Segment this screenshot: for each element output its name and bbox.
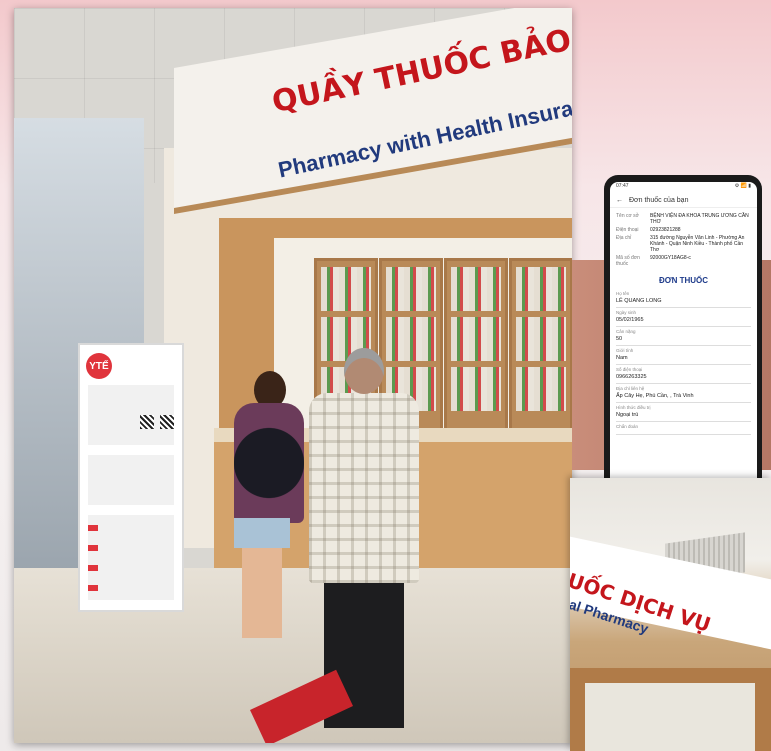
info-row: Tên cơ sở BỆNH VIỆN ĐA KHOA TRUNG ƯƠNG CẦ… <box>616 213 749 225</box>
step-marker <box>88 525 98 531</box>
customer-man-head <box>344 348 384 394</box>
patient-field: Số điện thoại 0966263325 <box>616 367 751 384</box>
customer-woman-shorts <box>234 518 290 548</box>
status-bar: 07:47 ⚙ 📶 ▮ <box>610 182 757 194</box>
prescription-title: ĐƠN THUỐC <box>658 276 709 285</box>
status-icons: ⚙ 📶 ▮ <box>734 183 751 189</box>
step-marker <box>88 565 98 571</box>
app-header: ← Đơn thuốc của bạn <box>610 194 757 208</box>
info-row: Địa chỉ 315 đường Nguyễn Văn Linh - Phườn… <box>616 235 745 253</box>
patient-field: Cân nặng 50 <box>616 329 751 346</box>
patient-field: Hình thức điều trị Ngoại trú <box>616 405 751 422</box>
app-header-title: Đơn thuốc của bạn <box>629 197 689 204</box>
qr-code-icon <box>140 415 154 429</box>
status-time: 07:47 <box>616 183 629 189</box>
patient-field: Chẩn đoán <box>616 424 751 435</box>
step-marker <box>88 585 98 591</box>
patient-field: Địa chỉ liên hệ Ấp Cây Hẹ, Phú Cần, , Trà… <box>616 386 751 403</box>
patient-field: Giới tính Nam <box>616 348 751 365</box>
customer-woman-legs <box>242 548 282 638</box>
patient-field: Họ tên LÊ QUANG LONG <box>616 291 751 308</box>
customer-woman <box>234 403 304 523</box>
prescription-app-screen: 07:47 ⚙ 📶 ▮ ← Đơn thuốc của bạn Tên cơ s… <box>610 182 757 492</box>
customer-man <box>309 393 419 583</box>
pharmacy-counter-photo: QUẦY THUỐC BẢO HIỂM Pharmacy with Health… <box>14 8 572 743</box>
qr-code-icon <box>160 415 174 429</box>
standee-panel <box>88 515 174 600</box>
facility-info: Tên cơ sở BỆNH VIỆN ĐA KHOA TRUNG ƯƠNG CẦ… <box>610 208 757 268</box>
info-row: Mã số đơn thuốc 92000GY18AG8-c <box>616 255 691 267</box>
service-pharmacy-photo: UỐC DỊCH VỤ al Pharmacy <box>570 478 771 751</box>
pharmacy-window <box>585 683 755 751</box>
info-standee: YTẾ <box>78 343 184 612</box>
info-row: Điện thoại 02923821288 <box>616 227 681 233</box>
standee-logo: YTẾ <box>86 353 112 379</box>
step-marker <box>88 545 98 551</box>
arrow-left-icon[interactable]: ← <box>616 197 623 204</box>
patient-field: Ngày sinh 05/02/1965 <box>616 310 751 327</box>
standee-panel <box>88 455 174 505</box>
